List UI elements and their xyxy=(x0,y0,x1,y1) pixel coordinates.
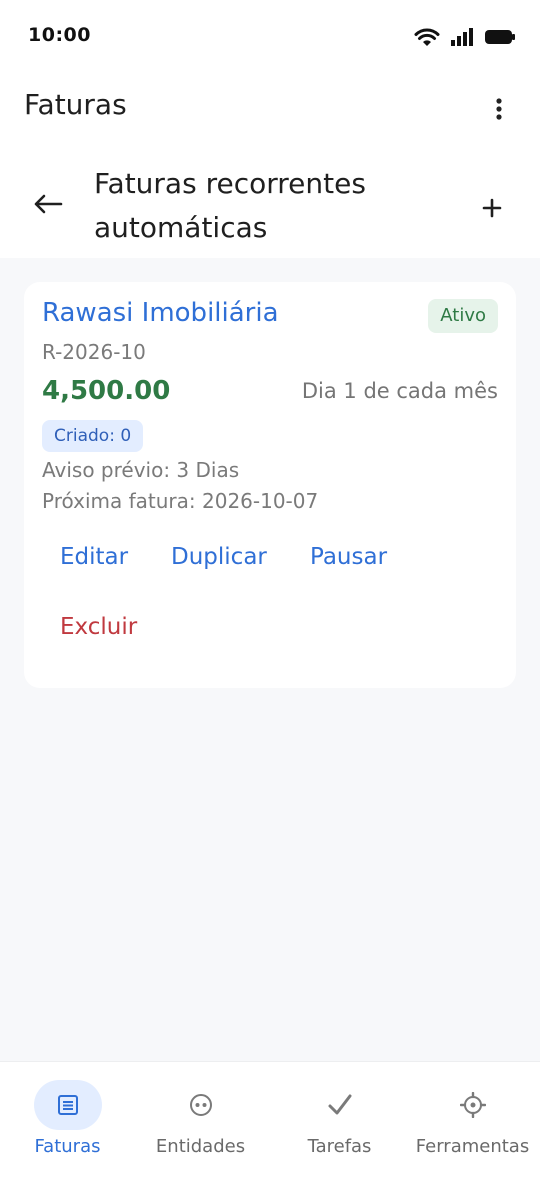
nav-item-entidades[interactable]: Entidades xyxy=(133,1080,268,1170)
back-button[interactable] xyxy=(28,188,68,220)
nav-label: Tarefas xyxy=(307,1136,372,1157)
entities-icon xyxy=(189,1094,212,1116)
check-icon xyxy=(328,1094,351,1115)
next-invoice-date: Próxima fatura: 2026-10-07 xyxy=(42,489,319,513)
nav-icon-container xyxy=(167,1080,235,1130)
app-bar: Faturas xyxy=(0,72,540,148)
gear-icon xyxy=(459,1092,486,1118)
recurring-invoice-card[interactable]: Rawasi Imobiliária Ativo R-2026-10 4,500… xyxy=(24,282,516,688)
nav-label: Entidades xyxy=(155,1136,246,1157)
nav-item-faturas[interactable]: Faturas xyxy=(0,1080,135,1170)
plus-icon xyxy=(482,198,502,218)
battery-icon xyxy=(485,30,515,44)
nav-label: Ferramentas xyxy=(415,1136,530,1157)
advance-notice: Aviso prévio: 3 Dias xyxy=(42,458,240,482)
content-area: Rawasi Imobiliária Ativo R-2026-10 4,500… xyxy=(0,258,540,1062)
invoice-schedule: Dia 1 de cada mês xyxy=(301,379,498,403)
invoice-list-icon xyxy=(57,1095,78,1115)
arrow-left-icon xyxy=(34,194,63,214)
duplicate-button[interactable]: Duplicar xyxy=(171,540,267,574)
nav-label: Faturas xyxy=(34,1136,101,1157)
status-icons xyxy=(414,26,516,48)
more-options-button[interactable] xyxy=(484,94,514,124)
status-badge: Ativo xyxy=(428,299,498,333)
section-title: Faturas recorrentes automáticas xyxy=(94,167,366,244)
more-vertical-icon xyxy=(496,98,502,120)
nav-icon-container xyxy=(306,1080,374,1130)
bottom-navigation: Faturas Entidades Tarefas Ferramentas xyxy=(0,1062,540,1181)
signal-icon xyxy=(451,28,473,46)
page-title: Faturas xyxy=(24,88,127,121)
created-count-badge: Criado: 0 xyxy=(42,420,144,452)
delete-button[interactable]: Excluir xyxy=(60,610,137,644)
status-bar: 10:00 xyxy=(0,0,540,72)
status-time: 10:00 xyxy=(28,24,91,46)
sub-header: Faturas recorrentes automáticas xyxy=(0,148,540,258)
add-recurring-invoice-button[interactable] xyxy=(474,190,510,226)
nav-item-ferramentas[interactable]: Ferramentas xyxy=(405,1080,540,1170)
nav-icon-container xyxy=(33,1080,102,1130)
edit-button[interactable]: Editar xyxy=(60,540,128,574)
pause-button[interactable]: Pausar xyxy=(310,540,387,574)
nav-item-tarefas[interactable]: Tarefas xyxy=(272,1080,407,1170)
wifi-icon xyxy=(414,28,440,46)
invoice-reference: R-2026-10 xyxy=(42,340,146,364)
nav-icon-container xyxy=(439,1080,507,1130)
invoice-amount: 4,500.00 xyxy=(42,376,171,406)
client-name[interactable]: Rawasi Imobiliária xyxy=(42,298,279,328)
